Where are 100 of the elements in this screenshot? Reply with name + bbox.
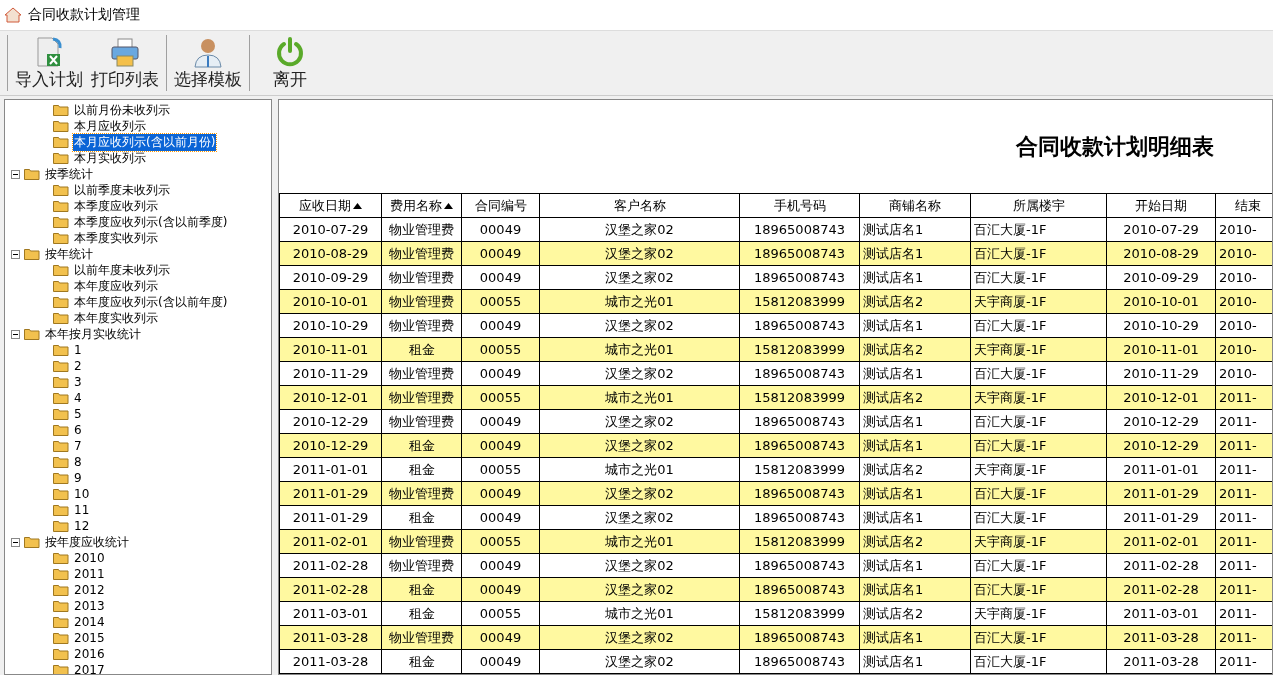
tree-node[interactable]: 2011 [73,567,106,581]
table-cell: 2011-02-28 [279,577,382,602]
table-cell: 18965008743 [739,481,860,506]
column-header[interactable]: 商铺名称 [859,193,971,218]
table-cell: 2010-12-29 [1106,409,1216,434]
table-cell: 百汇大厦-1F [970,553,1107,578]
tree-node[interactable]: 按年统计 [44,245,94,263]
tree-node[interactable]: 2016 [73,647,106,661]
table-cell: 百汇大厦-1F [970,625,1107,650]
tree-node[interactable]: 2013 [73,599,106,613]
tree-node[interactable]: 按季统计 [44,165,94,183]
table-cell: 2010-12-01 [279,385,382,410]
column-header[interactable]: 所属楼宇 [970,193,1107,218]
collapse-toggle[interactable] [11,329,20,339]
folder-icon [53,440,69,452]
tree-node[interactable]: 2015 [73,631,106,645]
table-cell: 18965008743 [739,433,860,458]
tree-node[interactable]: 11 [73,503,91,517]
column-header[interactable]: 客户名称 [539,193,740,218]
folder-icon [53,600,69,612]
folder-icon [53,664,69,674]
table-cell: 天宇商厦-1F [970,529,1107,554]
table-cell: 2010-11-29 [279,361,382,386]
table-cell: 天宇商厦-1F [970,601,1107,626]
table-cell: 天宇商厦-1F [970,385,1107,410]
tree-node[interactable]: 本季度应收列示(含以前季度) [73,213,229,231]
table-cell: 2010-07-29 [1106,217,1216,242]
table-cell: 天宇商厦-1F [970,457,1107,482]
table-cell: 测试店名1 [859,217,971,242]
collapse-toggle[interactable] [11,249,20,259]
column-header[interactable]: 应收日期 [279,193,382,218]
tree-node[interactable]: 8 [73,455,83,469]
folder-icon [53,120,69,132]
table-cell: 城市之光01 [539,457,740,482]
tree-node[interactable]: 以前月份未收列示 [73,101,171,119]
tree-node[interactable]: 2014 [73,615,106,629]
table-cell: 百汇大厦-1F [970,241,1107,266]
table-cell: 2011-02-01 [279,529,382,554]
table-cell: 测试店名1 [859,649,971,674]
table-cell: 2011-01-01 [1106,457,1216,482]
table-cell: 城市之光01 [539,337,740,362]
tree-node[interactable]: 本年度应收列示 [73,277,159,295]
tree-node[interactable]: 10 [73,487,91,501]
table-cell: 2010-12-29 [1106,433,1216,458]
table-cell: 2011-01-29 [279,505,382,530]
collapse-toggle[interactable] [11,537,20,547]
tree-node[interactable]: 5 [73,407,83,421]
folder-icon [53,184,69,196]
table-cell: 2010-08-29 [1106,241,1216,266]
toolbar-button[interactable]: 选择模板 [170,33,246,93]
column-header[interactable]: 费用名称 [381,193,462,218]
tree-node[interactable]: 2017 [73,663,106,674]
column-header[interactable]: 合同编号 [461,193,540,218]
column-header[interactable]: 开始日期 [1106,193,1216,218]
table-cell: 2010-10-29 [279,313,382,338]
toolbar-button[interactable]: 离开 [253,33,327,93]
column-header[interactable]: 手机号码 [739,193,860,218]
table-cell: 2010-10-01 [1106,289,1216,314]
tree-node[interactable]: 本月实收列示 [73,149,147,167]
toolbar-button[interactable]: 打印列表 [87,33,163,93]
folder-icon [53,456,69,468]
tree-node[interactable]: 9 [73,471,83,485]
folder-icon [53,408,69,420]
column-header[interactable]: 结束 [1215,193,1272,218]
table-cell: 2010-12-29 [279,409,382,434]
tree-node[interactable]: 本年按月实收统计 [44,325,142,343]
tree-node[interactable]: 本月应收列示(含以前月份) [73,133,217,151]
tree-node[interactable]: 1 [73,343,83,357]
tree-node[interactable]: 7 [73,439,83,453]
table-cell: 2010-11-01 [279,337,382,362]
tree-node[interactable]: 2012 [73,583,106,597]
tree-node[interactable]: 以前季度未收列示 [73,181,171,199]
table-cell: 测试店名1 [859,313,971,338]
table-cell: 2010-07-29 [279,217,382,242]
table-cell: 汉堡之家02 [539,241,740,266]
tree-node[interactable]: 12 [73,519,91,533]
tree-node[interactable]: 本月应收列示 [73,117,147,135]
tree-node[interactable]: 2010 [73,551,106,565]
folder-icon [53,392,69,404]
tree-node[interactable]: 4 [73,391,83,405]
table-cell: 15812083999 [739,457,860,482]
folder-icon [53,552,69,564]
tree-node[interactable]: 本年度实收列示 [73,309,159,327]
tree-node[interactable]: 以前年度未收列示 [73,261,171,279]
tree-node[interactable]: 按年度应收统计 [44,533,130,551]
folder-icon [53,104,69,116]
table-cell: 18965008743 [739,265,860,290]
table-cell: 18965008743 [739,313,860,338]
collapse-toggle[interactable] [11,169,20,179]
table-cell: 汉堡之家02 [539,409,740,434]
tree-node[interactable]: 2 [73,359,83,373]
tree-node[interactable]: 本季度实收列示 [73,229,159,247]
folder-icon [53,280,69,292]
toolbar-button[interactable]: 导入计划 [11,33,87,93]
tree-node[interactable]: 本季度应收列示 [73,197,159,215]
tree-node[interactable]: 本年度应收列示(含以前年度) [73,293,229,311]
tree-node[interactable]: 3 [73,375,83,389]
folder-icon [53,312,69,324]
tree-node[interactable]: 6 [73,423,83,437]
folder-icon [53,200,69,212]
